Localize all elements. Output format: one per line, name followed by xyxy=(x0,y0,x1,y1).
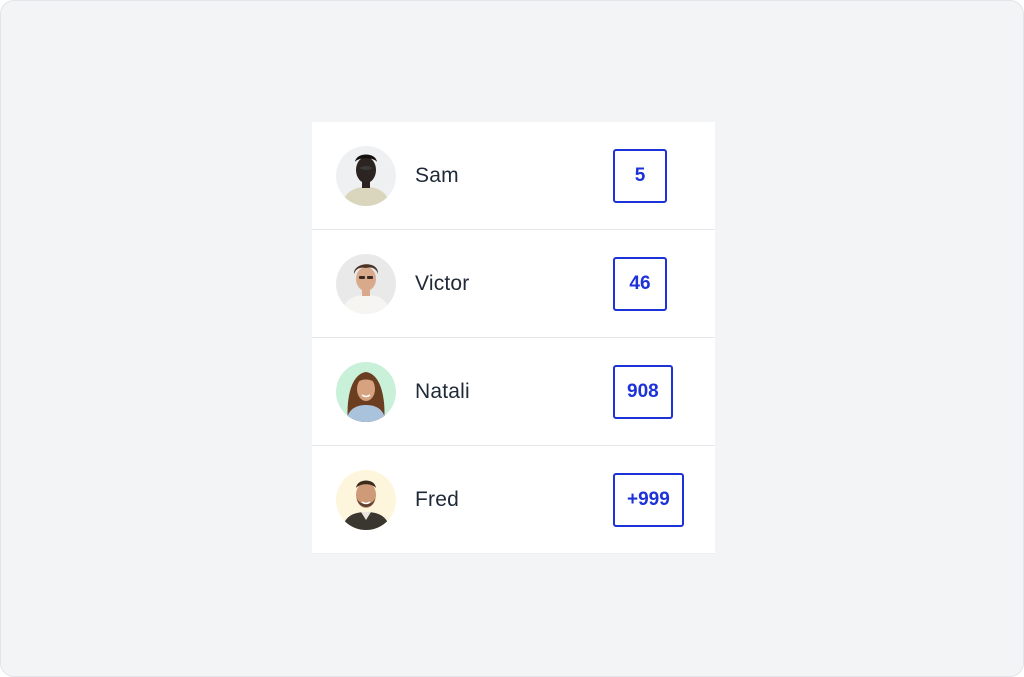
count-badge[interactable]: +999 xyxy=(613,473,684,527)
user-name: Fred xyxy=(415,488,459,511)
count-badge[interactable]: 46 xyxy=(613,257,667,311)
user-name: Sam xyxy=(415,164,459,187)
page-frame: Sam 5 Victor 46 Natali 908 Fred +999 xyxy=(0,0,1024,677)
user-name: Natali xyxy=(415,380,470,403)
avatar-victor-icon xyxy=(336,254,396,314)
avatar xyxy=(336,254,396,314)
user-name: Victor xyxy=(415,272,470,295)
avatar xyxy=(336,362,396,422)
list-item[interactable]: Sam 5 xyxy=(312,122,715,230)
list-item[interactable]: Natali 908 xyxy=(312,338,715,446)
avatar-sam-icon xyxy=(336,146,396,206)
list-item[interactable]: Victor 46 xyxy=(312,230,715,338)
count-badge[interactable]: 5 xyxy=(613,149,667,203)
list-item[interactable]: Fred +999 xyxy=(312,446,715,554)
avatar-fred-icon xyxy=(336,470,396,530)
avatar-natali-icon xyxy=(336,362,396,422)
avatar xyxy=(336,146,396,206)
avatar xyxy=(336,470,396,530)
user-list: Sam 5 Victor 46 Natali 908 Fred +999 xyxy=(312,122,715,554)
count-badge[interactable]: 908 xyxy=(613,365,673,419)
